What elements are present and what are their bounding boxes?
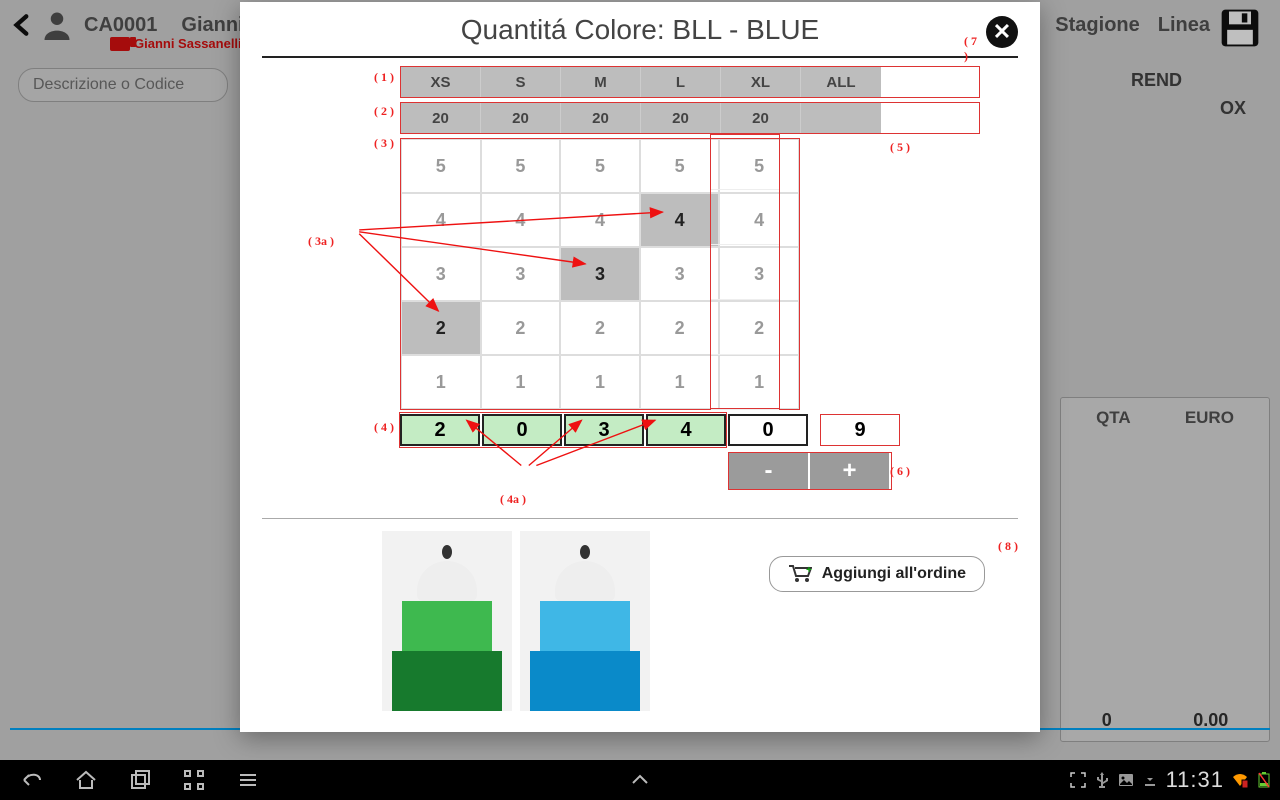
total-s[interactable]: 0	[482, 414, 562, 446]
stock-all	[801, 103, 881, 133]
ann-4a: ( 4a )	[500, 492, 526, 507]
thumbnail-green[interactable]	[382, 531, 512, 711]
grid-cell[interactable]: 3	[640, 247, 720, 301]
ann-8: ( 8 )	[998, 539, 1018, 554]
size-all[interactable]: ALL	[801, 67, 881, 97]
grid-cell[interactable]: 2	[560, 301, 640, 355]
download-icon	[1142, 772, 1158, 788]
size-m[interactable]: M	[561, 67, 641, 97]
total-xs[interactable]: 2	[400, 414, 480, 446]
grid-cell[interactable]: 3	[401, 247, 481, 301]
nav-back-icon[interactable]	[20, 768, 44, 792]
ann-6: ( 6 )	[890, 464, 910, 479]
ann-3: ( 3 )	[374, 136, 394, 151]
add-to-order-button[interactable]: + Aggiungi all'ordine	[769, 556, 985, 592]
all-column	[710, 134, 780, 409]
product-thumbnails	[262, 527, 1018, 711]
plus-button[interactable]: +	[810, 453, 889, 489]
total-xl[interactable]: 0	[728, 414, 808, 446]
grid-cell[interactable]: 2	[481, 301, 561, 355]
nav-recent-icon[interactable]	[128, 768, 152, 792]
size-header-row: XS S M L XL ALL	[400, 66, 980, 98]
clock: 11:31	[1166, 767, 1224, 793]
nav-home-icon[interactable]	[74, 768, 98, 792]
size-s[interactable]: S	[481, 67, 561, 97]
grid-cell[interactable]: 5	[481, 139, 561, 193]
ann-4: ( 4 )	[374, 420, 394, 435]
stock-xs: 20	[401, 103, 481, 133]
grid-cell[interactable]: 1	[560, 355, 640, 409]
size-xl[interactable]: XL	[721, 67, 801, 97]
ann-7: ( 7 )	[964, 34, 980, 64]
svg-text:+: +	[806, 565, 812, 576]
plus-minus: - +	[728, 452, 892, 490]
grid-cell[interactable]: 5	[560, 139, 640, 193]
grid-cell[interactable]: 2	[640, 301, 720, 355]
wifi-icon	[1232, 772, 1248, 788]
fullscreen-icon	[1070, 772, 1086, 788]
grid-cell[interactable]: 5	[401, 139, 481, 193]
nav-menu-icon[interactable]	[236, 768, 260, 792]
android-nav-bar: 11:31	[0, 760, 1280, 800]
ann-1: ( 1 )	[374, 70, 394, 85]
stock-row: 20 20 20 20 20	[400, 102, 980, 134]
ann-2: ( 2 )	[374, 104, 394, 119]
add-to-order-label: Aggiungi all'ordine	[822, 565, 966, 583]
grid-cell[interactable]: 4	[640, 193, 720, 247]
stock-xl: 20	[721, 103, 801, 133]
nav-screenshot-icon[interactable]	[182, 768, 206, 792]
thumbnail-blue[interactable]	[520, 531, 650, 711]
grid-cell[interactable]: 3	[560, 247, 640, 301]
size-l[interactable]: L	[641, 67, 721, 97]
ann-5: ( 5 )	[890, 140, 910, 155]
stock-m: 20	[561, 103, 641, 133]
close-button[interactable]: ✕	[986, 16, 1018, 48]
grid-cell[interactable]: 1	[481, 355, 561, 409]
grid-cell[interactable]: 1	[640, 355, 720, 409]
stock-s: 20	[481, 103, 561, 133]
minus-button[interactable]: -	[729, 453, 808, 489]
totals-row: 2 0 3 4 0 9	[400, 414, 980, 446]
cart-plus-icon: +	[788, 565, 812, 583]
grid-cell[interactable]: 1	[401, 355, 481, 409]
nav-expand-icon[interactable]	[628, 768, 652, 792]
grid-cell[interactable]: 4	[481, 193, 561, 247]
total-sum: 9	[820, 414, 900, 446]
grid-cell[interactable]: 4	[560, 193, 640, 247]
size-xs[interactable]: XS	[401, 67, 481, 97]
ann-3a: ( 3a )	[308, 234, 334, 249]
grid-cell[interactable]: 5	[640, 139, 720, 193]
grid-cell[interactable]: 4	[401, 193, 481, 247]
quantity-dialog: ✕ Quantitá Colore: BLL - BLUE ( 1 ) ( 2 …	[240, 2, 1040, 732]
total-m[interactable]: 3	[564, 414, 644, 446]
grid-cell[interactable]: 3	[481, 247, 561, 301]
usb-icon	[1094, 772, 1110, 788]
battery-icon	[1256, 772, 1272, 788]
stock-l: 20	[641, 103, 721, 133]
image-icon	[1118, 772, 1134, 788]
grid-cell[interactable]: 2	[401, 301, 481, 355]
dialog-title: Quantitá Colore: BLL - BLUE	[262, 8, 1018, 56]
total-l[interactable]: 4	[646, 414, 726, 446]
